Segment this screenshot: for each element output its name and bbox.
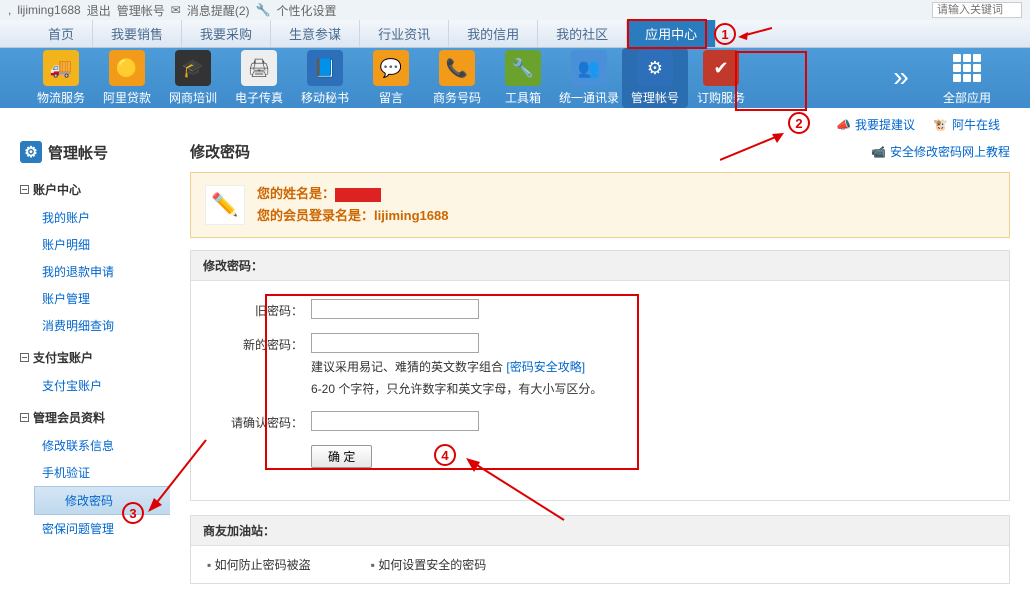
collapse-icon — [20, 353, 29, 362]
feedback-link[interactable]: 📣我要提建议 — [836, 116, 915, 133]
gear-icon: ⚙ — [637, 50, 673, 86]
old-password-input[interactable] — [311, 299, 479, 319]
submit-button[interactable]: 确 定 — [311, 445, 372, 468]
messages-link[interactable]: 消息提醒(2) — [187, 2, 250, 19]
sidebar-item-manage[interactable]: 账户管理 — [42, 292, 90, 306]
app-biznum[interactable]: 📞商务号码 — [424, 50, 490, 106]
megaphone-icon: 📣 — [836, 118, 851, 132]
panel-header-tips: 商友加油站： — [191, 516, 1009, 546]
sidebar-item-myaccount[interactable]: 我的账户 — [42, 211, 90, 225]
collapse-icon — [20, 413, 29, 422]
tip-link-2[interactable]: 如何设置安全的密码 — [378, 558, 486, 572]
app-mobile[interactable]: 📘移动秘书 — [292, 50, 358, 106]
app-logistics[interactable]: 🚚物流服务 — [28, 50, 94, 106]
old-password-label: 旧密码： — [221, 299, 311, 319]
collapse-icon — [20, 185, 29, 194]
main-panel: 修改密码 📹安全修改密码网上教程 ✏️ 您的姓名是： 您的会员登录名是：liji… — [170, 141, 1010, 598]
nav-app-center[interactable]: 应用中心 — [627, 20, 716, 47]
truck-icon: 🚚 — [43, 50, 79, 86]
sidebar-item-contact[interactable]: 修改联系信息 — [42, 439, 114, 453]
nav-credit[interactable]: 我的信用 — [449, 20, 538, 47]
gear-icon: ⚙ — [20, 141, 42, 163]
camera-icon: 📹 — [871, 145, 886, 159]
new-password-label: 新的密码： — [221, 333, 311, 353]
app-contacts[interactable]: 👥统一通讯录 — [556, 50, 622, 106]
app-fax[interactable]: 🖨电子传真 — [226, 50, 292, 106]
panel-header: 修改密码： — [191, 251, 1009, 281]
personalize-link[interactable]: 个性化设置 — [276, 2, 336, 19]
app-manage-account[interactable]: ⚙管理帐号 — [622, 48, 688, 108]
app-message[interactable]: 💬留言 — [358, 50, 424, 106]
top-bar: , lijiming1688 退出 管理帐号 ✉ 消息提醒(2) 🔧 个性化设置 — [0, 0, 1030, 20]
logout-link[interactable]: 退出 — [87, 2, 111, 19]
sidebar: ⚙管理帐号 账户中心 我的账户 账户明细 我的退款申请 账户管理 消费明细查询 … — [20, 141, 170, 598]
confirm-password-label: 请确认密码： — [221, 411, 311, 431]
wrench-icon: 🔧 — [256, 3, 271, 17]
mail-icon: ✉ — [171, 3, 181, 17]
new-password-input[interactable] — [311, 333, 479, 353]
nav-buy[interactable]: 我要采购 — [182, 20, 271, 47]
main-nav: 首页 我要销售 我要采购 生意参谋 行业资讯 我的信用 我的社区 应用中心 — [0, 20, 1030, 48]
login-label: 您的会员登录名是： — [257, 208, 374, 223]
nav-sell[interactable]: 我要销售 — [93, 20, 182, 47]
chat-icon: 💬 — [373, 50, 409, 86]
sidebar-item-phone[interactable]: 手机验证 — [42, 466, 90, 480]
double-chevron-icon: » — [883, 59, 919, 95]
graduation-icon: 🎓 — [175, 50, 211, 86]
sidebar-item-security[interactable]: 密保问题管理 — [42, 522, 114, 536]
help-tutorial-link[interactable]: 📹安全修改密码网上教程 — [871, 143, 1010, 160]
page-title: 修改密码 — [190, 141, 250, 162]
top-manage-link[interactable]: 管理帐号 — [117, 2, 165, 19]
app-all[interactable]: 全部应用 — [934, 50, 1000, 106]
mascot-icon: 🐮 — [933, 118, 948, 132]
sidebar-item-spend[interactable]: 消费明细查询 — [42, 319, 114, 333]
app-subscribe[interactable]: ✔订购服务 — [688, 50, 754, 106]
app-toolbox[interactable]: 🔧工具箱 — [490, 50, 556, 106]
nav-industry[interactable]: 行业资讯 — [360, 20, 449, 47]
app-loan[interactable]: 🟡阿里贷款 — [94, 50, 160, 106]
top-user-link[interactable]: lijiming1688 — [17, 3, 80, 17]
wrench-icon: 🔧 — [505, 50, 541, 86]
suggest-bar: 📣我要提建议 🐮阿牛在线 — [0, 108, 1030, 141]
change-password-panel: 修改密码： 旧密码： 新的密码： 建议采用易记、难猜的英文数字组合 [密码安全攻… — [190, 250, 1010, 501]
printer-icon: 🖨 — [241, 50, 277, 86]
sidebar-item-detail[interactable]: 账户明细 — [42, 238, 90, 252]
name-label: 您的姓名是： — [257, 186, 335, 201]
grid-icon — [949, 50, 985, 86]
sidebar-title: ⚙管理帐号 — [20, 141, 170, 163]
book-icon: 📘 — [307, 50, 343, 86]
app-training[interactable]: 🎓网商培训 — [160, 50, 226, 106]
pencil-icon: ✏️ — [205, 185, 245, 225]
people-icon: 👥 — [571, 50, 607, 86]
keyword-search-input[interactable] — [932, 2, 1022, 18]
password-guide-link[interactable]: [密码安全攻略] — [506, 360, 585, 374]
app-tray: 🚚物流服务 🟡阿里贷款 🎓网商培训 🖨电子传真 📘移动秘书 💬留言 📞商务号码 … — [0, 48, 1030, 108]
confirm-password-input[interactable] — [311, 411, 479, 431]
tip-text: 建议采用易记、难猜的英文数字组合 — [311, 360, 503, 374]
tips-panel: 商友加油站： 如何防止密码被盗 如何设置安全的密码 — [190, 515, 1010, 584]
check-icon: ✔ — [703, 50, 739, 86]
sidebar-item-alipay[interactable]: 支付宝账户 — [42, 379, 102, 393]
sidebar-item-refund[interactable]: 我的退款申请 — [42, 265, 114, 279]
nav-community[interactable]: 我的社区 — [538, 20, 627, 47]
tip-rules: 6-20 个字符，只允许数字和英文字母，有大小写区分。 — [311, 380, 602, 397]
sidebar-group-member[interactable]: 管理会员资料 — [20, 403, 170, 432]
sidebar-group-account[interactable]: 账户中心 — [20, 175, 170, 204]
user-info-box: ✏️ 您的姓名是： 您的会员登录名是：lijiming1688 — [190, 172, 1010, 238]
tip-link-1[interactable]: 如何防止密码被盗 — [215, 558, 311, 572]
nav-home[interactable]: 首页 — [30, 20, 93, 47]
sidebar-group-alipay[interactable]: 支付宝账户 — [20, 343, 170, 372]
redacted-name — [335, 188, 381, 202]
nav-analytics[interactable]: 生意参谋 — [271, 20, 360, 47]
sidebar-item-password[interactable]: 修改密码 — [65, 494, 113, 508]
ingot-icon: 🟡 — [109, 50, 145, 86]
phone-icon: 📞 — [439, 50, 475, 86]
aniu-link[interactable]: 🐮阿牛在线 — [933, 116, 1000, 133]
app-more-arrow[interactable]: » — [868, 59, 934, 98]
login-value: lijiming1688 — [374, 208, 448, 223]
